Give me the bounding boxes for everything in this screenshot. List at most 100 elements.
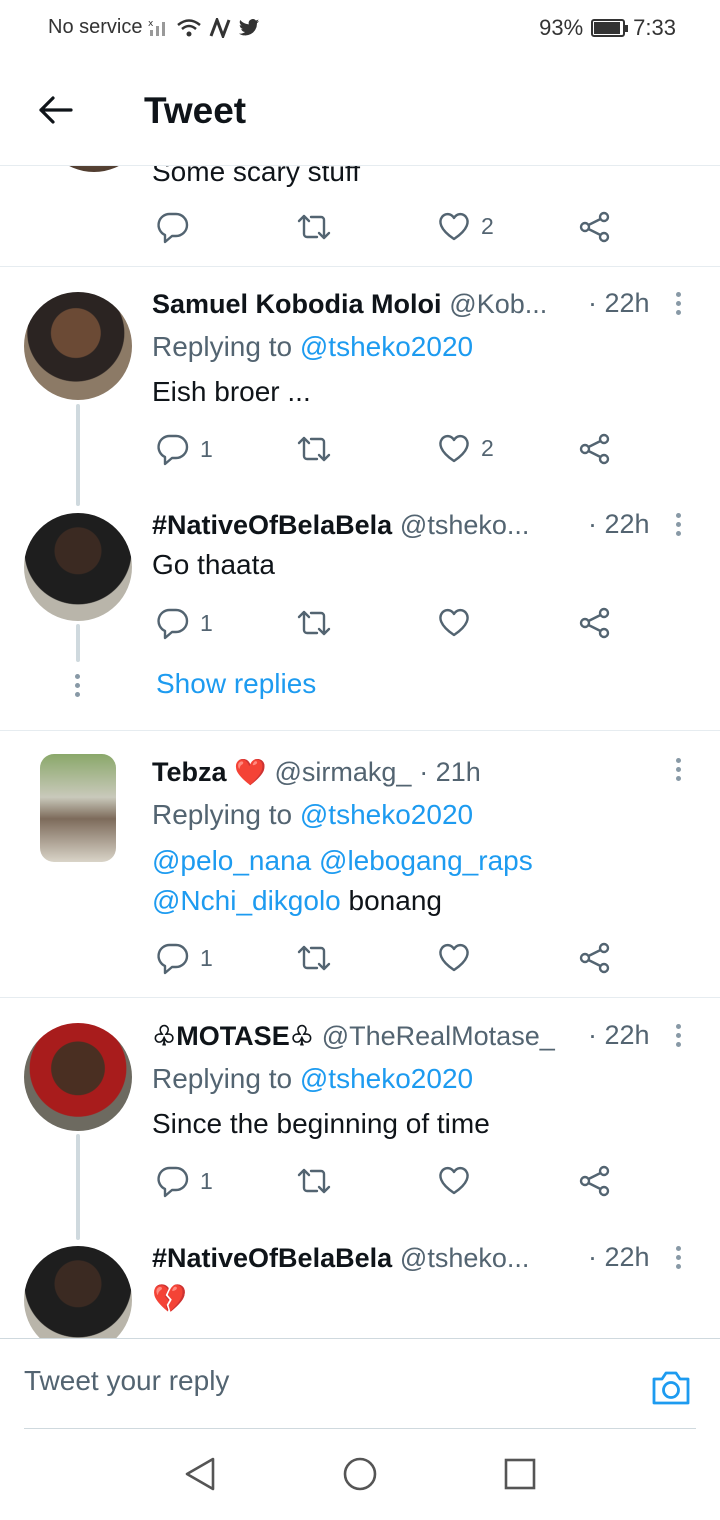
user-name[interactable]: #NativeOfBelaBela [152,510,392,540]
user-handle[interactable]: @Kob... [449,289,547,319]
tweet-time: · 22h [588,509,650,539]
retweet-icon [297,1168,331,1194]
reply-icon [157,608,189,640]
reply-count: 1 [200,609,213,636]
nav-home-button[interactable] [338,1452,382,1496]
user-name[interactable]: Tebza [152,757,227,787]
retweet-button[interactable] [296,432,332,466]
retweet-button[interactable] [296,941,332,975]
share-button[interactable] [578,606,612,640]
system-nav-bar [0,1430,720,1520]
reply-input[interactable]: Tweet your reply [24,1365,229,1397]
heart-outline-icon [439,608,469,637]
twitter-bird-icon [239,18,260,35]
tweet-header: Samuel Kobodia Moloi @Kob... [152,288,547,320]
replying-to: Replying to @tsheko2020 [152,1063,474,1094]
heart-outline-icon [439,212,469,241]
broken-heart-emoji: 💔 [152,1283,187,1314]
replying-to: Replying to @tsheko2020 [152,799,474,830]
divider [0,730,720,731]
retweet-button[interactable] [296,1164,332,1198]
user-handle[interactable]: @tsheko... [400,510,529,540]
reply-icon [157,1166,189,1198]
tweet-header: #NativeOfBelaBela @tsheko... [152,509,529,541]
mention-link[interactable]: @pelo_nana [152,845,311,876]
reply-button[interactable] [156,210,190,244]
reply-bar: Tweet your reply [0,1338,720,1430]
avatar[interactable] [24,513,132,621]
more-options-button[interactable] [676,292,684,315]
thread-ellipsis [75,674,83,697]
mention-link[interactable]: @tsheko2020 [300,331,473,362]
user-name[interactable]: ♧MOTASE♧ [152,1021,314,1051]
like-button[interactable]: 2 [437,210,494,242]
show-replies-link[interactable]: Show replies [156,668,316,700]
tweet-text: Since the beginning of time [152,1108,490,1139]
tweet-feed[interactable]: Some scary stuff 2 Samuel Kobodia Moloi … [0,166,720,1338]
like-count: 2 [481,212,494,239]
more-options-button[interactable] [676,758,684,781]
retweet-button[interactable] [296,210,332,244]
reply-underline [24,1428,696,1429]
share-icon [579,607,610,639]
more-options-button[interactable] [676,1246,684,1269]
like-button[interactable]: 2 [437,432,494,464]
svg-text:x: x [148,19,154,29]
share-button[interactable] [578,210,612,244]
more-options-button[interactable] [676,1024,684,1047]
more-options-button[interactable] [676,513,684,536]
mention-link[interactable]: @tsheko2020 [300,1063,473,1094]
like-button[interactable] [437,606,471,638]
user-handle[interactable]: @sirmakg_ [274,757,411,787]
camera-icon [652,1371,690,1405]
battery-percent: 93% [539,15,584,40]
camera-button[interactable] [650,1369,692,1409]
avatar[interactable] [24,1023,132,1131]
avatar[interactable] [24,292,132,400]
thread-line [76,1134,80,1240]
reply-button[interactable]: 1 [156,606,213,640]
reply-count: 1 [200,435,213,462]
back-arrow-icon [39,96,73,124]
heart-outline-icon [439,434,469,463]
share-button[interactable] [578,432,612,466]
share-button[interactable] [578,941,612,975]
avatar[interactable] [40,754,116,862]
nav-back-button[interactable] [178,1452,222,1496]
user-name[interactable]: #NativeOfBelaBela [152,1243,392,1273]
thread-line [76,624,80,662]
nav-recents-button[interactable] [498,1452,542,1496]
replying-to: Replying to @tsheko2020 [152,331,474,362]
share-icon [579,211,610,243]
battery-fill [594,22,621,34]
reply-button[interactable]: 1 [156,432,213,466]
reply-button[interactable]: 1 [156,941,213,975]
tweet-text-line2: @Nchi_dikgolo bonang [152,885,442,917]
reply-button[interactable]: 1 [156,1164,213,1198]
share-button[interactable] [578,1164,612,1198]
like-button[interactable] [437,1164,471,1196]
retweet-button[interactable] [296,606,332,640]
reply-icon [157,943,189,975]
user-handle[interactable]: @tsheko... [400,1243,529,1273]
avatar[interactable] [40,166,148,172]
user-handle[interactable]: @TheRealMotase_ [322,1021,555,1051]
battery-icon [591,19,629,37]
nav-recents-icon [504,1458,536,1490]
share-icon [579,942,610,974]
heart-outline-icon [439,943,469,972]
wifi-icon [177,18,202,36]
tweet-time: · 22h [588,1242,650,1272]
tweet-text: bonang [348,885,442,916]
user-name[interactable]: Samuel Kobodia Moloi [152,289,442,319]
page-title: Tweet [144,90,247,131]
retweet-icon [297,945,331,971]
avatar[interactable] [24,1246,132,1338]
mention-link[interactable]: @Nchi_dikgolo [152,885,341,916]
mention-link[interactable]: @tsheko2020 [300,799,473,830]
like-button[interactable] [437,941,471,973]
tweet-text: Go thaata [152,549,275,580]
mention-link[interactable]: @lebogang_raps [319,845,533,876]
back-button[interactable] [30,88,80,132]
tweet-text-line1: @pelo_nana @lebogang_raps [152,845,533,877]
